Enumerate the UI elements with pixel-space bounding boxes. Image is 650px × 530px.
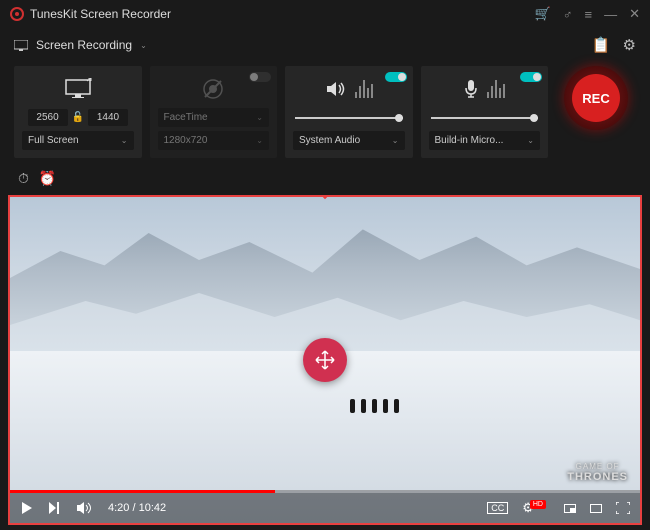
auto-stop-icon[interactable]: ⏱: [18, 170, 29, 187]
miniplayer-button[interactable]: [564, 501, 576, 516]
edge-marker-top[interactable]: [321, 195, 329, 199]
move-icon: [314, 349, 336, 371]
mic-level-icon: [487, 80, 505, 98]
monitor-icon: [14, 40, 28, 51]
chevron-down-icon: ⌄: [140, 41, 147, 50]
chevron-down-icon: ⌄: [527, 136, 534, 145]
camera-toggle[interactable]: [249, 72, 271, 82]
share-icon[interactable]: ♂: [563, 7, 573, 22]
microphone-panel: Build-in Micro... ⌄: [421, 66, 549, 158]
app-logo-icon: [10, 7, 24, 21]
microphone-icon: [463, 79, 479, 99]
cc-button[interactable]: CC: [487, 502, 508, 514]
settings-panels: 2560 🔓 1440 Full Screen ⌄ FaceTime ⌄ 128…: [0, 62, 650, 166]
close-button[interactable]: ✕: [629, 6, 640, 22]
minimize-button[interactable]: —: [604, 7, 617, 22]
settings-icon[interactable]: ⚙: [623, 36, 636, 54]
system-audio-volume-slider[interactable]: [295, 117, 403, 119]
system-audio-toggle[interactable]: [385, 72, 407, 82]
next-button[interactable]: [48, 501, 62, 515]
microphone-select[interactable]: Build-in Micro... ⌄: [429, 131, 541, 150]
cart-icon[interactable]: 🛒: [535, 6, 551, 22]
display-icon: [64, 78, 92, 100]
chevron-down-icon: ⌄: [256, 136, 263, 145]
titlebar: TunesKit Screen Recorder 🛒 ♂ ≡ — ✕: [0, 0, 650, 28]
tasks-icon[interactable]: 📋: [592, 36, 611, 54]
speaker-icon: [325, 80, 347, 98]
audio-level-icon: [355, 80, 373, 98]
schedule-icon[interactable]: ⏰: [39, 170, 56, 187]
record-button[interactable]: REC: [564, 66, 628, 130]
menu-icon[interactable]: ≡: [585, 7, 593, 22]
chevron-down-icon: ⌄: [121, 136, 128, 145]
play-button[interactable]: [20, 501, 34, 515]
mode-selector[interactable]: Screen Recording ⌄: [14, 38, 147, 52]
width-input[interactable]: 2560: [28, 109, 68, 126]
microphone-volume-slider[interactable]: [431, 117, 539, 119]
display-preset-select[interactable]: Full Screen ⌄: [22, 131, 134, 150]
camera-off-icon: [201, 77, 225, 101]
microphone-toggle[interactable]: [520, 72, 542, 82]
topbar: Screen Recording ⌄ 📋 ⚙: [0, 28, 650, 62]
lock-icon[interactable]: 🔓: [72, 112, 84, 123]
chevron-down-icon: ⌄: [392, 136, 399, 145]
app-title: TunesKit Screen Recorder: [30, 7, 171, 21]
camera-device-select[interactable]: FaceTime ⌄: [158, 108, 270, 127]
mode-label: Screen Recording: [36, 38, 132, 52]
fullscreen-button[interactable]: [616, 502, 630, 514]
camera-res-select[interactable]: 1280x720 ⌄: [158, 131, 270, 150]
move-handle[interactable]: [303, 338, 347, 382]
capture-preview[interactable]: GAME OF THRONES 4:20 / 10:42 CC ⚙HD: [8, 195, 642, 525]
schedule-bar: ⏱ ⏰: [0, 166, 650, 191]
video-controls: 4:20 / 10:42 CC ⚙HD: [10, 490, 640, 523]
system-audio-panel: System Audio ⌄: [285, 66, 413, 158]
theater-button[interactable]: [590, 501, 602, 516]
height-input[interactable]: 1440: [88, 109, 128, 126]
volume-icon[interactable]: [76, 501, 94, 515]
quality-button[interactable]: ⚙HD: [522, 500, 550, 516]
video-watermark: GAME OF THRONES: [567, 462, 628, 483]
camera-panel: FaceTime ⌄ 1280x720 ⌄: [150, 66, 278, 158]
video-time: 4:20 / 10:42: [108, 502, 166, 514]
video-progress[interactable]: [10, 490, 640, 493]
system-audio-select[interactable]: System Audio ⌄: [293, 131, 405, 150]
display-panel: 2560 🔓 1440 Full Screen ⌄: [14, 66, 142, 158]
chevron-down-icon: ⌄: [256, 113, 263, 122]
